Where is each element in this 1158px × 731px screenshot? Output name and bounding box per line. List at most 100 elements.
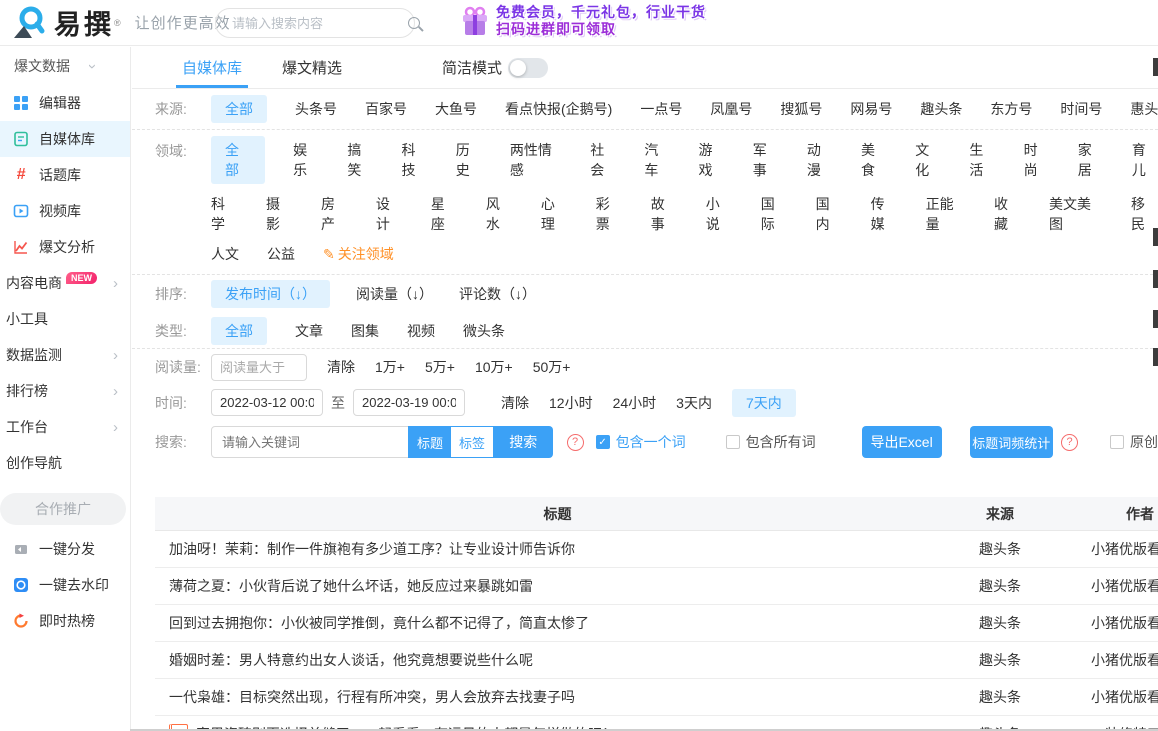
sidebar-item-burst-analysis[interactable]: 爆文分析 (0, 229, 130, 265)
table-row[interactable]: 一代枭雄：目标突然出现，行程有所冲突，男人会放弃去找妻子吗 趣头条 小猪优版看好… (155, 679, 1158, 716)
article-author[interactable]: 小猪优版看好剧 (1040, 650, 1158, 670)
tab-burst-selection[interactable]: 爆文精选 (282, 47, 342, 88)
table-row[interactable]: 加油呀！茉莉：制作一件旗袍有多少道工序？让专业设计师告诉你 趣头条 小猪优版看好… (155, 531, 1158, 568)
type-option-video[interactable]: 视频 (407, 321, 435, 341)
search-icon[interactable] (408, 17, 420, 29)
reads-option-100k[interactable]: 10万+ (475, 357, 513, 377)
table-row[interactable]: 婚姻时差：男人特意约出女人谈话，他究竟想要说些什么呢 趣头条 小猪优版看好剧 (155, 642, 1158, 679)
field-option[interactable]: 小说 (706, 194, 733, 234)
source-option-all[interactable]: 全部 (211, 95, 267, 123)
time-option-7d[interactable]: 7天内 (732, 389, 796, 417)
article-author[interactable]: 小猪优版看好剧 (1040, 576, 1158, 596)
sidebar-item-creation-nav[interactable]: 创作导航 (0, 445, 130, 481)
sidebar-item-one-click-distribute[interactable]: 一键分发 (0, 531, 130, 567)
field-option[interactable]: 两性情感 (510, 140, 562, 180)
header-search-input[interactable] (232, 16, 408, 31)
sidebar-item-editor[interactable]: 编辑器 (0, 85, 130, 121)
field-option[interactable]: 房产 (321, 194, 348, 234)
type-option-article[interactable]: 文章 (295, 321, 323, 341)
field-option[interactable]: 国内 (816, 194, 843, 234)
article-author[interactable]: 小猪优版看好剧 (1040, 613, 1158, 633)
field-option[interactable]: 彩票 (596, 194, 623, 234)
field-option[interactable]: 人文 (211, 244, 239, 264)
original-checkbox[interactable] (1110, 435, 1124, 449)
reads-clear-link[interactable]: 清除 (327, 357, 355, 377)
sidebar-item-realtime-hot-list[interactable]: 即时热榜 (0, 603, 130, 639)
time-option-3d[interactable]: 3天内 (676, 393, 712, 413)
table-row[interactable]: 薄荷之夏：小伙背后说了她什么坏话，她反应过来暴跳如雷 趣头条 小猪优版看好剧 (155, 568, 1158, 605)
simple-mode-toggle[interactable] (508, 58, 548, 78)
time-clear-link[interactable]: 清除 (501, 393, 529, 413)
field-option[interactable]: 搞笑 (347, 140, 373, 180)
type-option-gallery[interactable]: 图集 (351, 321, 379, 341)
keyword-input[interactable] (212, 435, 408, 450)
sort-option-publish-time[interactable]: 发布时间（↓） (211, 280, 330, 308)
field-option-all[interactable]: 全部 (211, 136, 265, 184)
sidebar-item-tools[interactable]: 小工具 (0, 301, 130, 337)
mode-tag-button[interactable]: 标签 (451, 427, 493, 457)
field-option[interactable]: 科学 (211, 194, 238, 234)
source-option[interactable]: 一点号 (640, 99, 682, 119)
source-option[interactable]: 凤凰号 (710, 99, 752, 119)
reads-threshold-input[interactable] (211, 354, 307, 381)
article-author[interactable]: 小猪优版看好剧 (1040, 539, 1158, 559)
sidebar-item-rankings[interactable]: 排行榜 › (0, 373, 130, 409)
source-option[interactable]: 时间号 (1060, 99, 1102, 119)
field-option[interactable]: 科技 (402, 140, 428, 180)
field-option[interactable]: 时尚 (1024, 140, 1050, 180)
reads-option-50k[interactable]: 5万+ (425, 357, 455, 377)
field-option[interactable]: 文化 (915, 140, 941, 180)
article-title[interactable]: 婚姻时差：男人特意约出女人谈话，他究竟想要说些什么呢 (169, 650, 533, 670)
field-option[interactable]: 公益 (267, 244, 295, 264)
field-option[interactable]: 动漫 (807, 140, 833, 180)
field-option[interactable]: 风水 (486, 194, 513, 234)
sidebar-section-burst-data[interactable]: 爆文数据 › (0, 47, 130, 85)
article-title[interactable]: 加油呀！茉莉：制作一件旗袍有多少道工序？让专业设计师告诉你 (169, 539, 575, 559)
article-title[interactable]: 薄荷之夏：小伙背后说了她什么坏话，她反应过来暴跳如雷 (169, 576, 533, 596)
field-option[interactable]: 心理 (541, 194, 568, 234)
field-option[interactable]: 传媒 (871, 194, 898, 234)
help-icon[interactable]: ? (567, 434, 584, 451)
include-one-checkbox[interactable] (596, 435, 610, 449)
sidebar-item-topic-library[interactable]: # 话题库 (0, 157, 130, 193)
sidebar-item-media-library[interactable]: 自媒体库 (0, 121, 130, 157)
mode-title-button[interactable]: 标题 (409, 427, 451, 457)
sort-option-reads[interactable]: 阅读量（↓） (356, 284, 433, 304)
type-option-micro[interactable]: 微头条 (463, 321, 505, 341)
table-row[interactable]: 回到过去拥抱你：小伙被同学推倒，竟什么都不记得了，简直太惨了 趣头条 小猪优版看… (155, 605, 1158, 642)
sidebar-item-data-monitoring[interactable]: 数据监测 › (0, 337, 130, 373)
field-option[interactable]: 收藏 (994, 194, 1021, 234)
sort-option-comments[interactable]: 评论数（↓） (459, 284, 536, 304)
source-option[interactable]: 惠头条 (1130, 99, 1158, 119)
sidebar-item-workbench[interactable]: 工作台 › (0, 409, 130, 445)
source-option[interactable]: 东方号 (990, 99, 1032, 119)
time-to-input[interactable] (353, 389, 465, 416)
reads-option-500k[interactable]: 50万+ (533, 357, 571, 377)
article-title[interactable]: 回到过去拥抱你：小伙被同学推倒，竟什么都不记得了，简直太惨了 (169, 613, 589, 633)
time-option-24h[interactable]: 24小时 (613, 393, 657, 413)
export-excel-button[interactable]: 导出Excel (862, 426, 942, 458)
field-option[interactable]: 社会 (590, 140, 616, 180)
type-option-all[interactable]: 全部 (211, 317, 267, 345)
field-option[interactable]: 美文美图 (1049, 194, 1103, 234)
field-option[interactable]: 育儿 (1132, 140, 1158, 180)
field-option[interactable]: 军事 (753, 140, 779, 180)
field-option[interactable]: 生活 (969, 140, 995, 180)
field-option[interactable]: 美食 (861, 140, 887, 180)
include-all-checkbox[interactable] (726, 435, 740, 449)
field-option[interactable]: 汽车 (644, 140, 670, 180)
field-option[interactable]: 家居 (1078, 140, 1104, 180)
help-icon[interactable]: ? (1061, 434, 1078, 451)
field-option[interactable]: 国际 (761, 194, 788, 234)
title-word-frequency-button[interactable]: 标题词频统计 (970, 426, 1053, 458)
field-option[interactable]: 娱乐 (293, 140, 319, 180)
field-option[interactable]: 摄影 (266, 194, 293, 234)
field-option[interactable]: 星座 (431, 194, 458, 234)
reads-option-10k[interactable]: 1万+ (375, 357, 405, 377)
source-option[interactable]: 百家号 (365, 99, 407, 119)
tab-media-library[interactable]: 自媒体库 (182, 47, 242, 88)
sidebar-item-remove-watermark[interactable]: 一键去水印 (0, 567, 130, 603)
time-from-input[interactable] (211, 389, 323, 416)
source-option[interactable]: 网易号 (850, 99, 892, 119)
source-option[interactable]: 搜狐号 (780, 99, 822, 119)
